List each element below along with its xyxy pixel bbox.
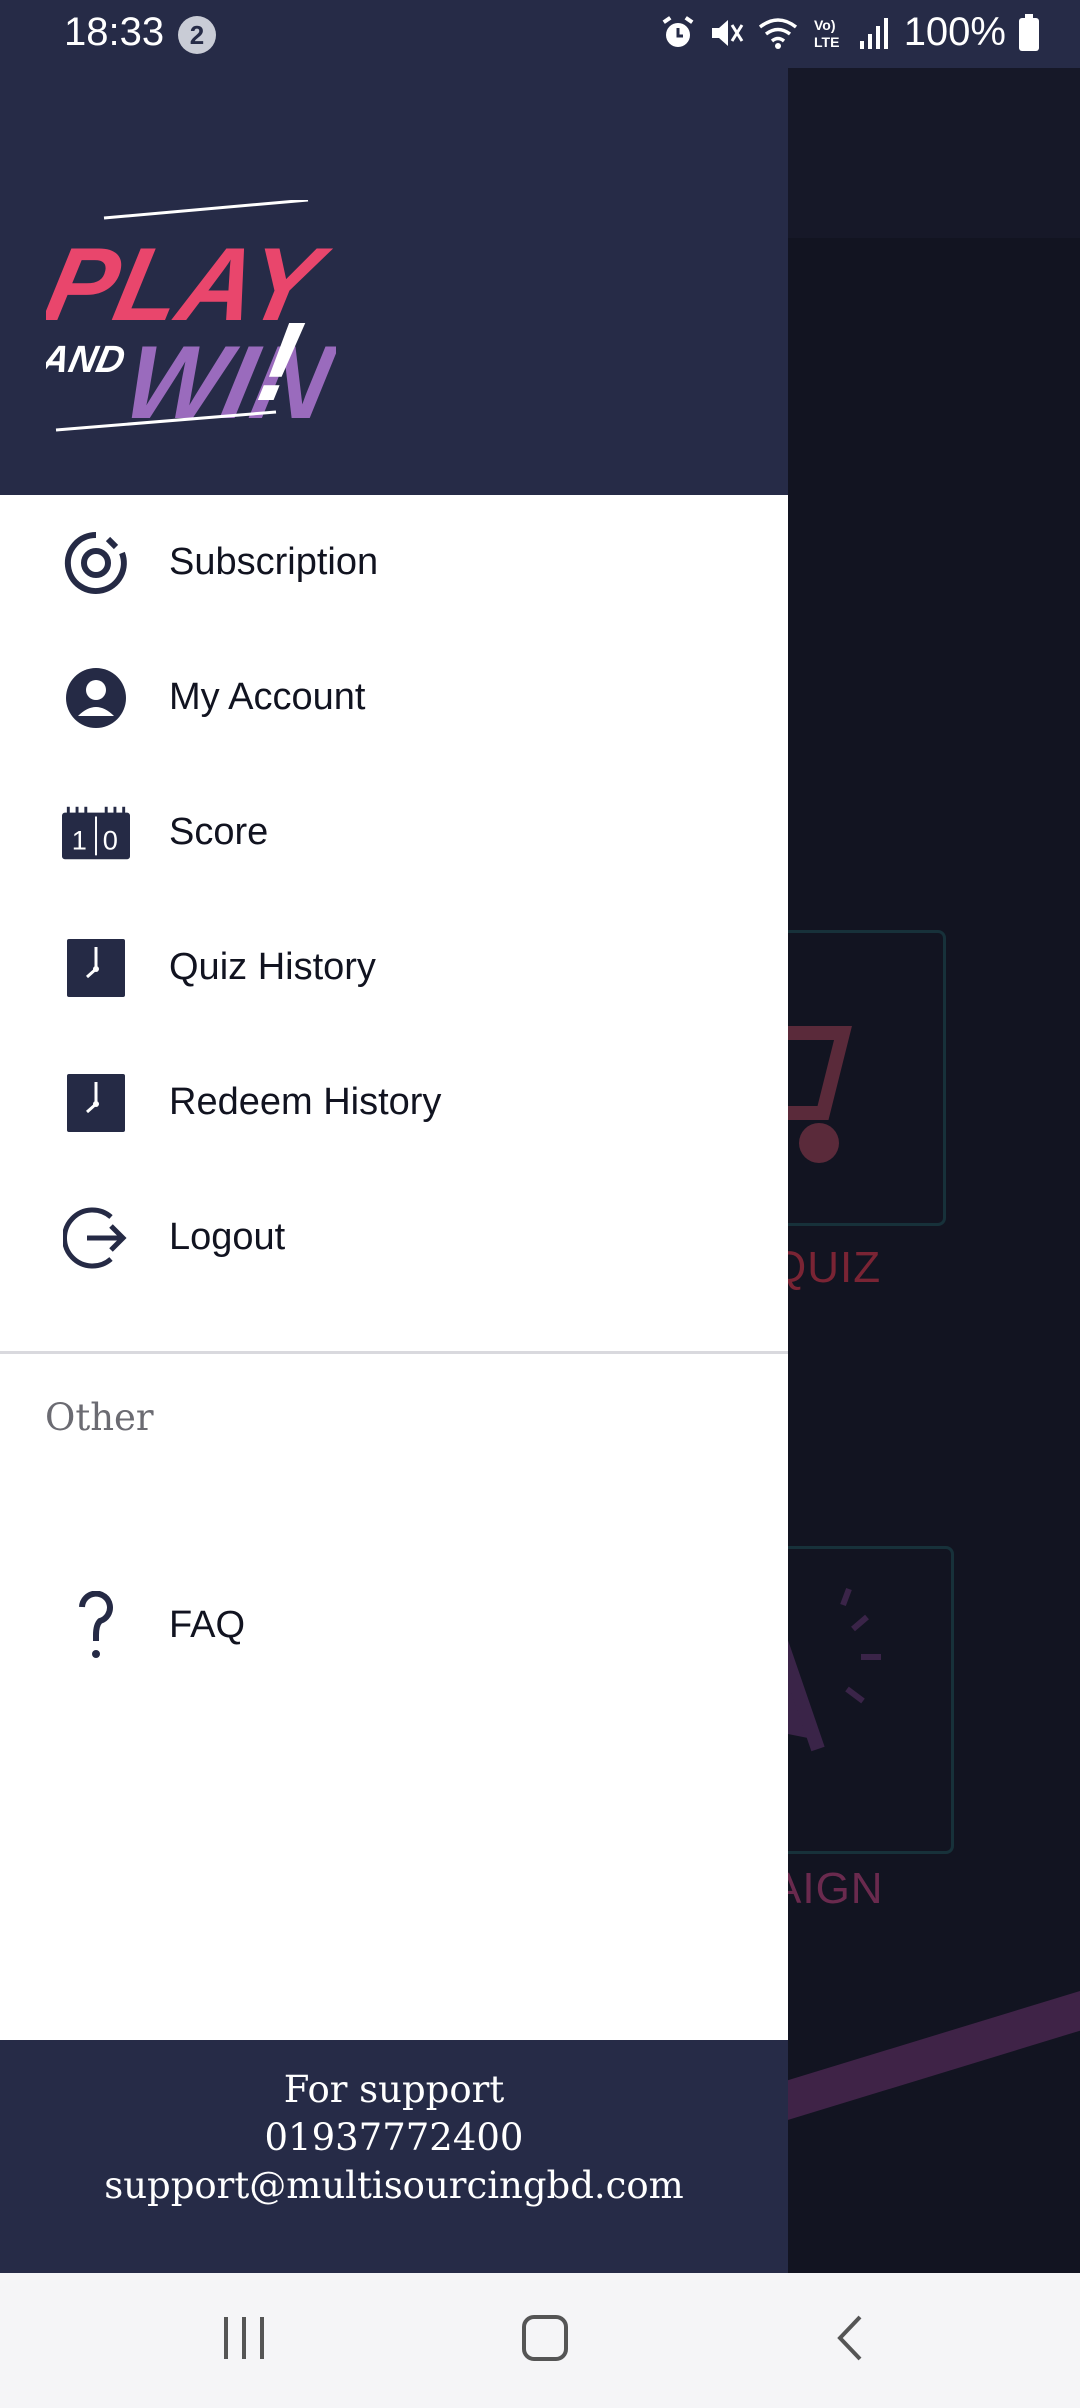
quiz-history-clock-icon xyxy=(62,934,130,1002)
support-footer: For support 01937772400 support@multisou… xyxy=(0,2040,788,2273)
play-and-win-logo: PLAY AND WIN ! xyxy=(36,198,344,445)
battery-percent: 100% xyxy=(903,10,1006,54)
menu-item-faq[interactable]: FAQ xyxy=(0,1558,788,1693)
menu-label-logout: Logout xyxy=(169,1216,286,1258)
recent-apps-button[interactable] xyxy=(222,2313,268,2368)
menu-label-faq: FAQ xyxy=(169,1604,246,1646)
signal-icon xyxy=(858,15,892,51)
background-quiz-label: QUIZ xyxy=(772,1243,882,1292)
svg-text:LTE: LTE xyxy=(814,34,839,50)
logout-icon xyxy=(62,1204,130,1272)
score-icon: 10 xyxy=(62,799,130,867)
redeem-history-clock-icon xyxy=(62,1069,130,1137)
cart-icon xyxy=(753,1026,852,1163)
drawer-header: PLAY AND WIN ! xyxy=(0,68,788,495)
volte-icon: Vo) LTE xyxy=(812,15,846,51)
alarm-icon xyxy=(660,15,696,51)
menu-item-score[interactable]: 10 Score xyxy=(0,765,788,900)
megaphone-icon xyxy=(756,1586,881,1752)
menu-item-redeem-history[interactable]: Redeem History xyxy=(0,1035,788,1170)
back-button[interactable] xyxy=(832,2313,866,2368)
background-campaign-card xyxy=(756,1546,954,1854)
menu-label-score: Score xyxy=(169,811,269,853)
menu-label-my-account: My Account xyxy=(169,676,366,718)
support-title: For support xyxy=(283,2068,505,2111)
notification-count-badge: 2 xyxy=(178,16,216,54)
section-title-other: Other xyxy=(45,1396,154,1439)
wifi-icon xyxy=(756,15,800,51)
menu-item-logout[interactable]: Logout xyxy=(0,1170,788,1305)
mute-icon xyxy=(708,15,744,51)
question-mark-icon xyxy=(62,1590,130,1660)
status-bar: 18:33 2 Vo) LTE 100% xyxy=(0,0,1080,68)
svg-text:Vo): Vo) xyxy=(814,17,836,33)
support-phone[interactable]: 01937772400 xyxy=(0,2114,788,2162)
menu-label-redeem-history: Redeem History xyxy=(169,1081,442,1123)
background-campaign-label: AIGN xyxy=(772,1864,884,1913)
status-icons: Vo) LTE 100% xyxy=(660,10,1040,55)
support-email[interactable]: support@multisourcingbd.com xyxy=(0,2162,788,2210)
account-icon xyxy=(62,664,130,732)
drawer-menu: Subscription My Account 10 Score Quiz Hi… xyxy=(0,495,788,1305)
battery-icon xyxy=(1018,13,1040,52)
menu-label-subscription: Subscription xyxy=(169,541,379,583)
subscription-icon xyxy=(62,529,130,597)
menu-item-my-account[interactable]: My Account xyxy=(0,630,788,765)
score-icon-digit-left: 1 xyxy=(72,824,87,855)
system-navigation-bar xyxy=(0,2273,1080,2408)
menu-divider xyxy=(0,1351,788,1354)
menu-item-subscription[interactable]: Subscription xyxy=(0,495,788,630)
home-button[interactable] xyxy=(520,2313,570,2368)
logo-and-text: AND xyxy=(46,338,129,381)
navigation-drawer: PLAY AND WIN ! Subscription My Account 1… xyxy=(0,68,788,2273)
menu-label-quiz-history: Quiz History xyxy=(169,946,376,988)
status-time: 18:33 xyxy=(64,10,165,54)
score-icon-digit-right: 0 xyxy=(103,824,118,855)
menu-item-quiz-history[interactable]: Quiz History xyxy=(0,900,788,1035)
